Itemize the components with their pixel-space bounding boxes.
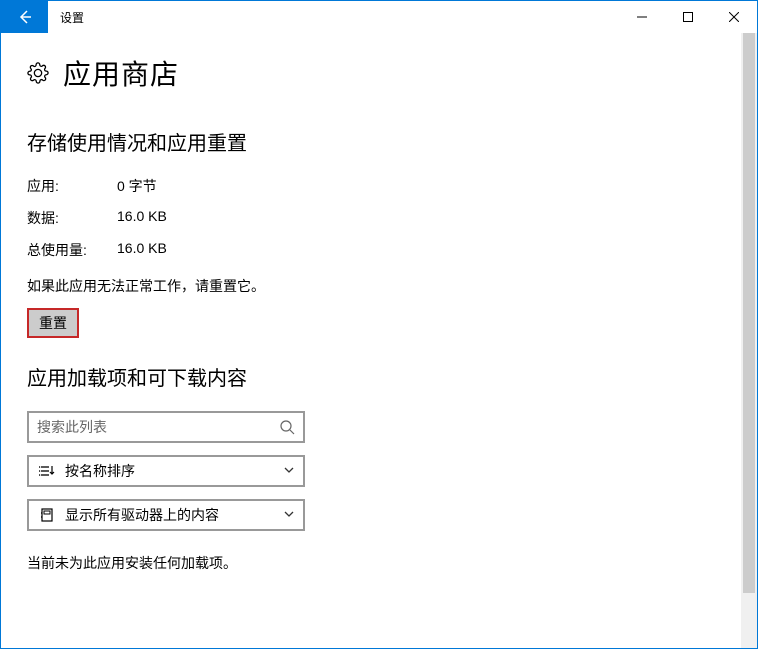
- filter-dropdown[interactable]: 显示所有驱动器上的内容: [27, 499, 305, 531]
- filter-label: 显示所有驱动器上的内容: [65, 505, 273, 525]
- sort-dropdown[interactable]: 按名称排序: [27, 455, 305, 487]
- page-header: 应用商店: [27, 53, 731, 93]
- drive-icon: [39, 507, 55, 523]
- storage-value: 16.0 KB: [117, 240, 167, 260]
- chevron-down-icon: [283, 507, 295, 523]
- page-title: 应用商店: [63, 53, 179, 93]
- minimize-button[interactable]: [619, 1, 665, 33]
- gear-icon: [27, 62, 49, 84]
- storage-section-title: 存储使用情况和应用重置: [27, 127, 731, 156]
- reset-button[interactable]: 重置: [27, 308, 79, 338]
- storage-label: 数据:: [27, 208, 117, 228]
- sort-label: 按名称排序: [65, 461, 273, 481]
- storage-row-data: 数据: 16.0 KB: [27, 208, 731, 228]
- back-button[interactable]: [1, 1, 48, 33]
- search-box[interactable]: [27, 411, 305, 443]
- search-icon: [279, 419, 295, 435]
- back-arrow-icon: [17, 9, 33, 25]
- search-input[interactable]: [37, 419, 279, 435]
- window-controls: [619, 1, 757, 33]
- sort-icon: [39, 463, 55, 479]
- maximize-icon: [683, 12, 693, 22]
- maximize-button[interactable]: [665, 1, 711, 33]
- storage-label: 应用:: [27, 176, 117, 196]
- storage-row-app: 应用: 0 字节: [27, 176, 731, 196]
- close-button[interactable]: [711, 1, 757, 33]
- storage-row-total: 总使用量: 16.0 KB: [27, 240, 731, 260]
- window-title: 设置: [48, 1, 619, 33]
- chevron-down-icon: [283, 463, 295, 479]
- storage-value: 0 字节: [117, 176, 157, 196]
- addons-empty-text: 当前未为此应用安装任何加载项。: [27, 553, 731, 573]
- vertical-scrollbar[interactable]: [741, 33, 757, 648]
- close-icon: [729, 12, 739, 22]
- addons-section-title: 应用加载项和可下载内容: [27, 362, 731, 391]
- scrollbar-thumb[interactable]: [743, 33, 755, 593]
- storage-label: 总使用量:: [27, 240, 117, 260]
- content-area: 应用商店 存储使用情况和应用重置 应用: 0 字节 数据: 16.0 KB 总使…: [1, 33, 757, 648]
- titlebar: 设置: [1, 1, 757, 33]
- reset-hint-text: 如果此应用无法正常工作，请重置它。: [27, 276, 731, 296]
- storage-value: 16.0 KB: [117, 208, 167, 228]
- minimize-icon: [637, 12, 647, 22]
